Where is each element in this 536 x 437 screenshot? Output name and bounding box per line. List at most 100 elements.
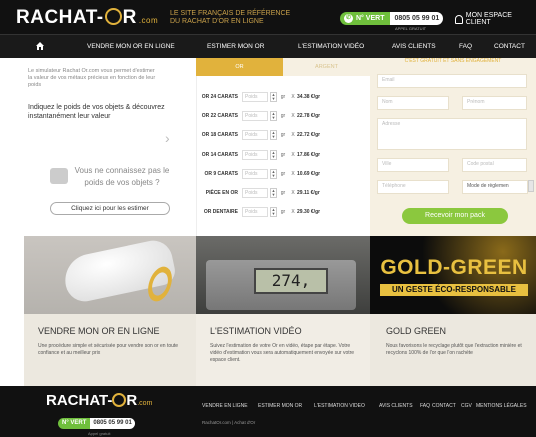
footer-logo-suffix: .com — [137, 400, 153, 407]
phone-icon: ✆ — [344, 13, 353, 23]
cp-field[interactable]: Code postal — [462, 158, 527, 172]
weight-stepper[interactable]: ▲ ▼ — [270, 111, 277, 122]
multiply-sign: X — [291, 94, 295, 100]
weight-input[interactable]: Poids — [242, 188, 268, 198]
phone-number: 0805 05 99 01 — [390, 11, 444, 25]
rate-price: 29.30 €/gr — [297, 209, 321, 216]
footer-link-vendre[interactable]: VENDRE EN LIGNE — [202, 403, 248, 409]
phone-badge-label: N° VERT — [356, 14, 385, 22]
logo-suffix: .com — [138, 16, 159, 25]
rate-row: PIÈCE EN OR Poids ▲ ▼ gr X 29.11 €/gr — [196, 184, 370, 202]
footer-logo[interactable]: RACHAT- R.com — [46, 392, 152, 409]
footer-link-avis[interactable]: AVIS CLIENTS — [379, 403, 413, 409]
rate-price: 17.86 €/gr — [297, 151, 321, 158]
logo-text-accent: R — [122, 7, 137, 28]
adresse-field[interactable]: Adresse — [377, 118, 527, 150]
rate-price: 29.11 €/gr — [297, 190, 320, 196]
nom-field[interactable]: Nom — [377, 96, 449, 110]
footer-phone-sub: Appel gratuit — [88, 431, 111, 436]
site-logo[interactable]: RACHAT- R .com — [16, 7, 158, 29]
main-nav: VENDRE MON OR EN LIGNE ESTIMER MON OR L'… — [0, 34, 536, 58]
rate-label: OR DENTAIRE — [203, 209, 238, 216]
promo-title: VENDRE MON OR EN LIGNE — [38, 326, 160, 336]
gold-green-banner: GOLD-GREEN — [380, 256, 528, 279]
promo-card-vendre[interactable]: VENDRE MON OR EN LIGNE Une procédure sim… — [24, 314, 196, 386]
rate-label: OR 14 CARATS — [201, 151, 238, 158]
footer-phone-number: 0805 05 99 01 — [90, 418, 135, 429]
weight-input[interactable]: Poids — [242, 168, 268, 179]
promo-title: GOLD GREEN — [386, 326, 447, 336]
footer-phone[interactable]: N° VERT 0805 05 99 01 — [58, 418, 135, 429]
promo-card-goldgreen[interactable]: GOLD GREEN Nous favorisons le recyclage … — [370, 314, 536, 386]
nav-item-faq[interactable]: FAQ — [459, 35, 472, 59]
multiply-sign: X — [291, 151, 295, 158]
header-phone[interactable]: ✆ N° VERT 0805 05 99 01 — [340, 11, 444, 25]
estimate-button[interactable]: Cliquez ici pour les estimer — [50, 202, 170, 215]
weight-stepper[interactable]: ▲ ▼ — [270, 130, 277, 141]
promo-image-vendre[interactable] — [24, 236, 196, 314]
footer-copyright: RachatOr.com | Achat d'Or — [202, 420, 256, 425]
rate-price: 22.78 €/gr — [297, 113, 321, 120]
rate-row: OR 24 CARATS Poids ▲ ▼ gr X 34.38 €/gr — [196, 88, 370, 106]
weight-input[interactable]: Poids — [242, 149, 268, 160]
reglement-select[interactable]: Mode de règlemen — [462, 180, 528, 194]
weight-input[interactable]: Poids — [242, 207, 268, 218]
weight-stepper[interactable]: ▲ ▼ — [270, 207, 277, 218]
unit-label: gr — [280, 190, 286, 196]
tab-or[interactable]: OR — [196, 58, 283, 76]
footer-link-cgv[interactable]: CGV — [461, 403, 472, 409]
weight-input[interactable]: Poids — [242, 92, 268, 102]
nav-item-avis[interactable]: AVIS CLIENTS — [392, 35, 436, 59]
gold-green-sub: UN GESTE ÉCO-RESPONSABLE — [380, 284, 528, 296]
metal-tabs: OR ARGENT — [196, 58, 370, 76]
rate-price: 22.72 €/gr — [297, 132, 321, 139]
promo-card-video[interactable]: L'ESTIMATION VIDÉO Suivez l'estimation d… — [196, 314, 370, 386]
rate-label: PIÈCE EN OR — [205, 190, 238, 196]
footer-link-contact[interactable]: CONTACT — [432, 403, 456, 409]
tab-argent[interactable]: ARGENT — [283, 58, 370, 76]
telephone-field[interactable]: Téléphone — [377, 180, 449, 194]
weight-input[interactable]: Poids — [242, 111, 268, 122]
footer-phone-badge: N° VERT — [58, 418, 91, 429]
promo-text: Une procédure simple et sécurisée pour v… — [38, 343, 179, 356]
select-scroll[interactable] — [528, 180, 534, 192]
logo-o-ring — [104, 8, 122, 25]
rate-label: OR 24 CARATS — [201, 94, 238, 100]
ville-field[interactable]: Ville — [377, 158, 449, 172]
prenom-field[interactable]: Prénom — [462, 96, 527, 110]
weight-stepper[interactable]: ▲ ▼ — [270, 92, 277, 102]
nav-item-video[interactable]: L'ESTIMATION VIDÉO — [298, 35, 364, 59]
unknown-weight-text: Vous ne connaissez pas le poids de vos o… — [74, 166, 170, 187]
promo-text: Nous favorisons le recyclage plutôt que … — [386, 343, 522, 356]
account-link[interactable]: MON ESPACE CLIENT — [455, 12, 536, 26]
rate-price: 10.69 €/gr — [297, 170, 321, 177]
footer-link-video[interactable]: L'ESTIMATION VIDEO — [314, 403, 365, 409]
weight-input[interactable]: Poids — [242, 130, 268, 141]
multiply-sign: X — [291, 113, 295, 120]
weight-stepper[interactable]: ▲ ▼ — [270, 188, 277, 198]
promo-title: L'ESTIMATION VIDÉO — [210, 326, 302, 336]
rate-price: 34.38 €/gr — [297, 94, 321, 100]
rate-label: OR 9 CARATS — [204, 170, 238, 177]
nav-item-vendre[interactable]: VENDRE MON OR EN LIGNE — [87, 35, 175, 59]
promo-image-goldgreen[interactable]: GOLD-GREEN UN GESTE ÉCO-RESPONSABLE — [370, 236, 536, 314]
footer-logo-text: RACHAT- — [46, 392, 113, 409]
home-icon[interactable] — [35, 41, 45, 51]
rate-row: OR DENTAIRE Poids ▲ ▼ gr X 29.30 €/gr — [196, 203, 370, 221]
unit-label: gr — [280, 151, 286, 158]
logo-text-1: RACHAT- — [16, 7, 104, 28]
footer-link-mentions[interactable]: MENTIONS LÉGALES — [476, 403, 527, 409]
unit-label: gr — [280, 94, 286, 100]
nav-item-contact[interactable]: CONTACT — [494, 35, 525, 59]
weight-stepper[interactable]: ▲ ▼ — [270, 168, 277, 179]
unit-label: gr — [280, 113, 286, 120]
footer-link-faq[interactable]: FAQ — [420, 403, 430, 409]
footer-link-estimer[interactable]: ESTIMER MON OR — [258, 403, 302, 409]
email-field[interactable]: Email — [377, 74, 527, 88]
multiply-sign: X — [291, 170, 295, 177]
weight-stepper[interactable]: ▲ ▼ — [270, 149, 277, 160]
rate-label: OR 22 CARATS — [201, 113, 238, 120]
nav-item-estimer[interactable]: ESTIMER MON OR — [207, 35, 264, 59]
promo-image-video[interactable]: 274, — [196, 236, 370, 314]
receive-pack-button[interactable]: Recevoir mon pack — [402, 208, 508, 224]
